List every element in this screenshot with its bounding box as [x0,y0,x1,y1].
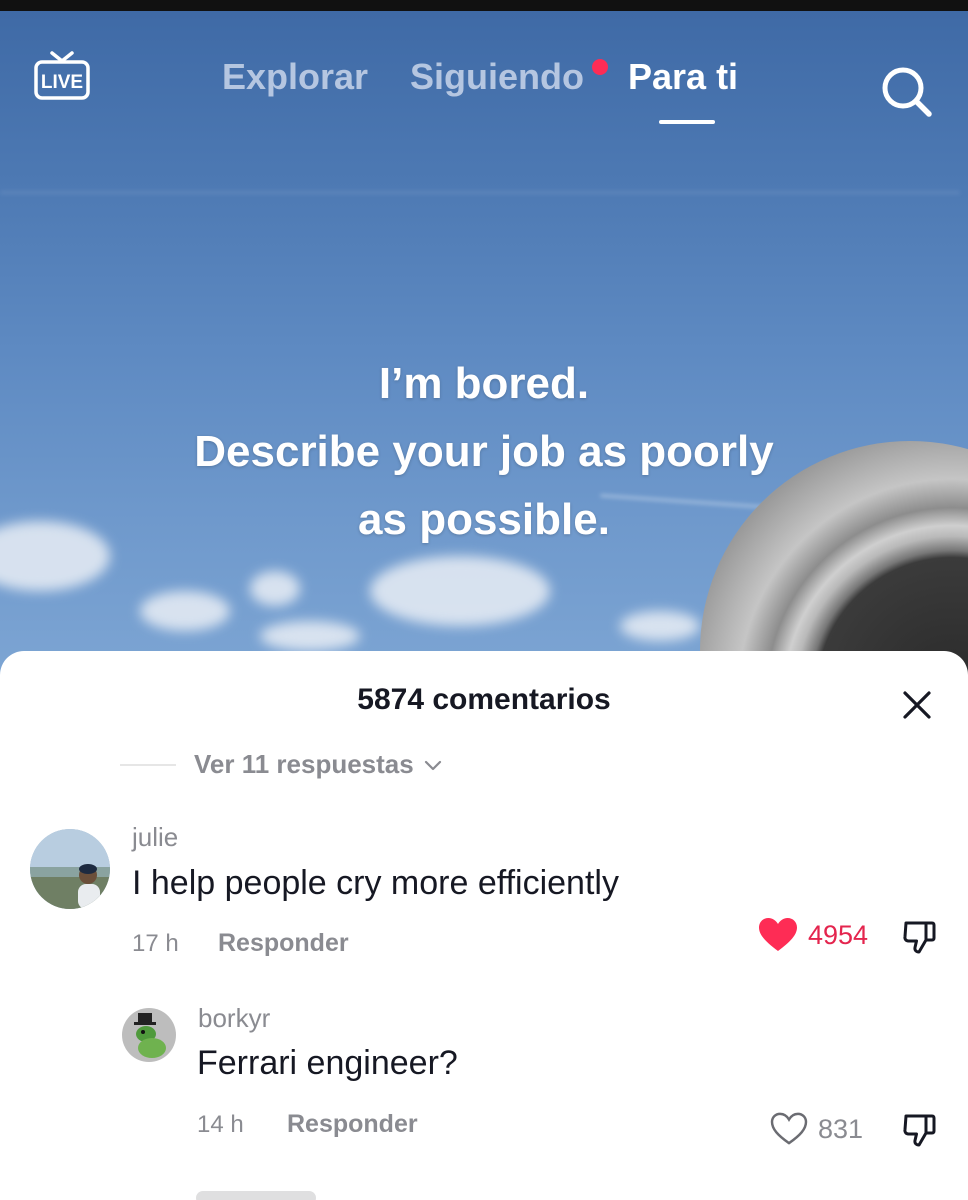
cloud [260,621,360,651]
top-navigation: LIVE Explorar Siguiendo Para ti [0,11,968,141]
like-count: 831 [818,1113,864,1144]
cloud [370,556,550,626]
reply-button[interactable]: Responder [218,929,349,958]
heart-outline-icon [770,1112,808,1145]
comment-username[interactable]: julie [132,822,178,853]
comment-text: Ferrari engineer? [197,1044,458,1082]
tab-explorar[interactable]: Explorar [222,56,368,98]
tab-para-ti[interactable]: Para ti [628,56,738,98]
comment-time: 17 h [132,930,179,957]
thumbs-down-icon[interactable] [900,1111,938,1149]
view-replies-label: Ver 11 respuestas [194,749,414,779]
comments-sheet: 5874 comentarios Ver 11 respuestas julie… [0,651,968,1200]
notification-dot [592,59,608,75]
cloud [140,591,230,631]
caption-line: I’m bored. [378,359,590,408]
contrail [0,191,960,194]
next-comment-partial [196,1191,316,1200]
video-caption: I’m bored. Describe your job as poorly a… [0,350,968,554]
active-tab-indicator [659,120,715,124]
cloud [250,571,300,606]
heart-filled-icon [759,918,797,951]
status-strip [0,0,968,11]
like-button[interactable]: 831 [770,1112,863,1146]
comment-text: I help people cry more efficiently [132,864,619,902]
comment-username[interactable]: borkyr [198,1003,270,1034]
replies-divider [120,764,176,766]
tab-siguiendo[interactable]: Siguiendo [410,56,584,98]
view-replies-button[interactable]: Ver 11 respuestas [194,749,444,780]
search-icon[interactable] [878,63,934,119]
svg-text:LIVE: LIVE [41,72,83,93]
comment-time: 14 h [197,1111,244,1138]
close-icon[interactable] [901,689,933,721]
caption-line: as possible. [358,495,610,544]
thumbs-down-icon[interactable] [900,918,938,956]
chevron-down-icon [424,760,441,770]
reply-button[interactable]: Responder [287,1110,418,1139]
like-count: 4954 [808,919,869,950]
caption-line: Describe your job as poorly [194,427,774,476]
avatar[interactable] [30,829,110,909]
live-tv-icon[interactable]: LIVE [33,51,91,103]
comments-count-title: 5874 comentarios [357,683,611,716]
cloud [620,611,700,641]
like-button[interactable]: 4954 [758,917,868,953]
avatar[interactable] [122,1008,176,1062]
